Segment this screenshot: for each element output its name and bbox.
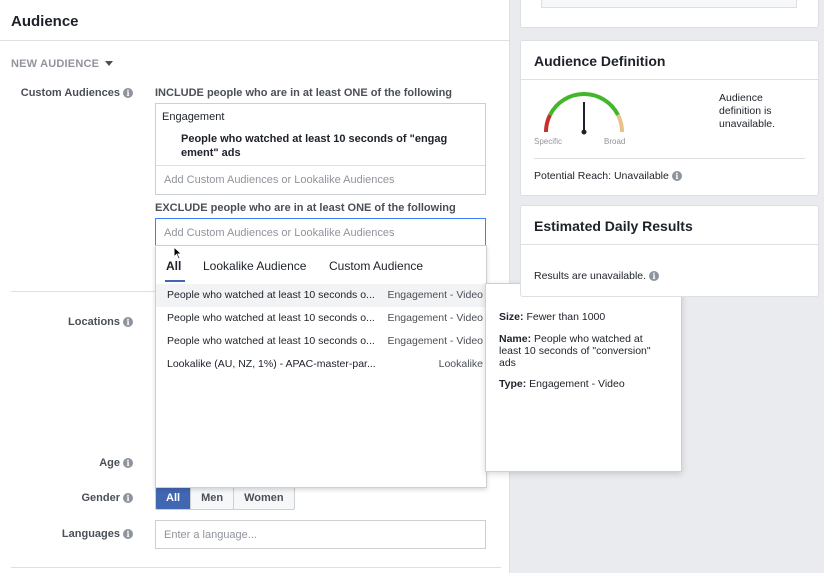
gender-men-button[interactable]: Men (191, 488, 235, 509)
active-tab-indicator (165, 280, 185, 282)
info-icon[interactable]: i (123, 458, 133, 468)
estimated-daily-results-title: Estimated Daily Results (534, 218, 693, 234)
potential-reach-text: Potential Reach: Unavailable (534, 170, 669, 182)
potential-reach: Potential Reach: Unavailable i (534, 170, 682, 182)
audience-tooltip: Size: Fewer than 1000 Name: People who w… (485, 283, 682, 472)
exclude-heading: EXCLUDE people who are in at least ONE o… (155, 202, 456, 214)
included-audience-line-2: ement" ads (181, 147, 241, 159)
estimated-daily-results-card: Estimated Daily Results Results are unav… (520, 205, 819, 297)
row-name: People who watched at least 10 seconds o… (167, 289, 375, 301)
audience-gauge (543, 92, 625, 135)
dropdown-row[interactable]: Lookalike (AU, NZ, 1%) - APAC-master-par… (156, 353, 486, 376)
languages-input[interactable]: Enter a language... (155, 520, 486, 549)
tooltip-size-value: Fewer than 1000 (526, 311, 606, 323)
gender-selector: All Men Women (155, 487, 295, 510)
gender-label: Gender i (0, 492, 133, 504)
panel-title: Audience (11, 13, 79, 30)
gauge-pivot (581, 129, 587, 135)
info-icon[interactable]: i (123, 493, 133, 503)
tooltip-type: Type: Engagement - Video (499, 378, 625, 390)
row-name: Lookalike (AU, NZ, 1%) - APAC-master-par… (167, 358, 376, 370)
locations-label: Locations i (0, 316, 133, 328)
gauge-specific-label: Specific (534, 137, 563, 146)
reach-divider (534, 158, 805, 159)
row-type: Engagement - Video (387, 312, 483, 324)
row-type: Engagement - Video (387, 289, 483, 301)
tooltip-name-label: Name: (499, 333, 532, 345)
dropdown-row[interactable]: People who watched at least 10 seconds o… (156, 307, 486, 330)
languages-label: Languages i (0, 528, 133, 540)
definition-message-line-2: definition is (719, 105, 772, 117)
tab-all[interactable]: All (166, 259, 181, 273)
info-icon[interactable]: i (649, 271, 660, 281)
age-text: Age (99, 457, 120, 469)
card-divider (521, 244, 818, 245)
locations-text: Locations (68, 316, 120, 328)
tooltip-name: Name: People who watched at least 10 sec… (499, 333, 674, 369)
row-name: People who watched at least 10 seconds o… (167, 312, 375, 324)
dropdown-row[interactable]: People who watched at least 10 seconds o… (156, 330, 486, 353)
tab-lookalike-audience[interactable]: Lookalike Audience (203, 259, 306, 273)
top-card-field (541, 0, 797, 8)
info-icon[interactable]: i (123, 529, 133, 539)
mouse-cursor-icon (173, 246, 183, 260)
tooltip-size-label: Size: (499, 311, 524, 323)
gauge-tan-segment (616, 114, 625, 133)
tooltip-type-label: Type: (499, 378, 527, 390)
included-audience-item[interactable]: People who watched at least 10 seconds o… (181, 132, 451, 160)
include-divider (156, 165, 485, 166)
gender-text: Gender (81, 492, 120, 504)
audience-definition-card: Audience Definition Specific Broad Audie… (520, 40, 819, 196)
info-icon[interactable]: i (123, 317, 133, 327)
row-type: Lookalike (438, 358, 483, 370)
tooltip-name-value-1: People who watched at (534, 333, 643, 345)
custom-audiences-label: Custom Audiences i (0, 87, 133, 99)
include-category: Engagement (162, 111, 225, 123)
gauge-broad-label: Broad (604, 137, 626, 146)
gender-all-button[interactable]: All (156, 488, 192, 509)
gender-women-button[interactable]: Women (234, 488, 294, 509)
caret-down-icon (105, 61, 114, 66)
age-label: Age i (0, 457, 133, 469)
tooltip-name-value-3: ads (499, 357, 516, 369)
tooltip-type-value: Engagement - Video (529, 378, 625, 390)
exclude-audiences-input[interactable]: Add Custom Audiences or Lookalike Audien… (155, 218, 486, 247)
definition-message-line-3: unavailable. (719, 118, 776, 130)
tooltip-name-value-2: least 10 seconds of "conversion" (499, 345, 651, 357)
include-audiences-box: Engagement People who watched at least 1… (155, 103, 486, 195)
languages-text: Languages (61, 528, 120, 540)
tab-custom-audience[interactable]: Custom Audience (329, 259, 423, 273)
header-divider (0, 40, 510, 41)
results-message-text: Results are unavailable. (534, 270, 647, 282)
card-divider (521, 79, 818, 80)
included-audience-line-1: People who watched at least 10 seconds o… (181, 133, 448, 145)
include-heading: INCLUDE people who are in at least ONE o… (155, 87, 453, 99)
tooltip-size: Size: Fewer than 1000 (499, 311, 605, 323)
definition-message: Audience definition is unavailable. (719, 92, 799, 131)
info-icon[interactable]: i (671, 171, 682, 181)
new-audience-dropdown[interactable]: NEW AUDIENCE (11, 58, 114, 70)
include-add-input[interactable]: Add Custom Audiences or Lookalike Audien… (164, 174, 395, 186)
section-divider (11, 291, 156, 292)
bottom-divider (11, 567, 501, 568)
custom-audiences-text: Custom Audiences (20, 87, 120, 99)
top-card (520, 0, 819, 28)
audience-definition-title: Audience Definition (534, 53, 666, 69)
row-type: Engagement - Video (387, 335, 483, 347)
new-audience-label: NEW AUDIENCE (11, 58, 100, 70)
results-message: Results are unavailable. i (534, 270, 660, 282)
definition-message-line-1: Audience (719, 92, 763, 104)
row-name: People who watched at least 10 seconds o… (167, 335, 375, 347)
audience-dropdown-menu: All Lookalike Audience Custom Audience P… (155, 245, 487, 488)
info-icon[interactable]: i (123, 88, 133, 98)
gauge-red-segment (543, 114, 552, 133)
dropdown-row[interactable]: People who watched at least 10 seconds o… (156, 284, 486, 307)
